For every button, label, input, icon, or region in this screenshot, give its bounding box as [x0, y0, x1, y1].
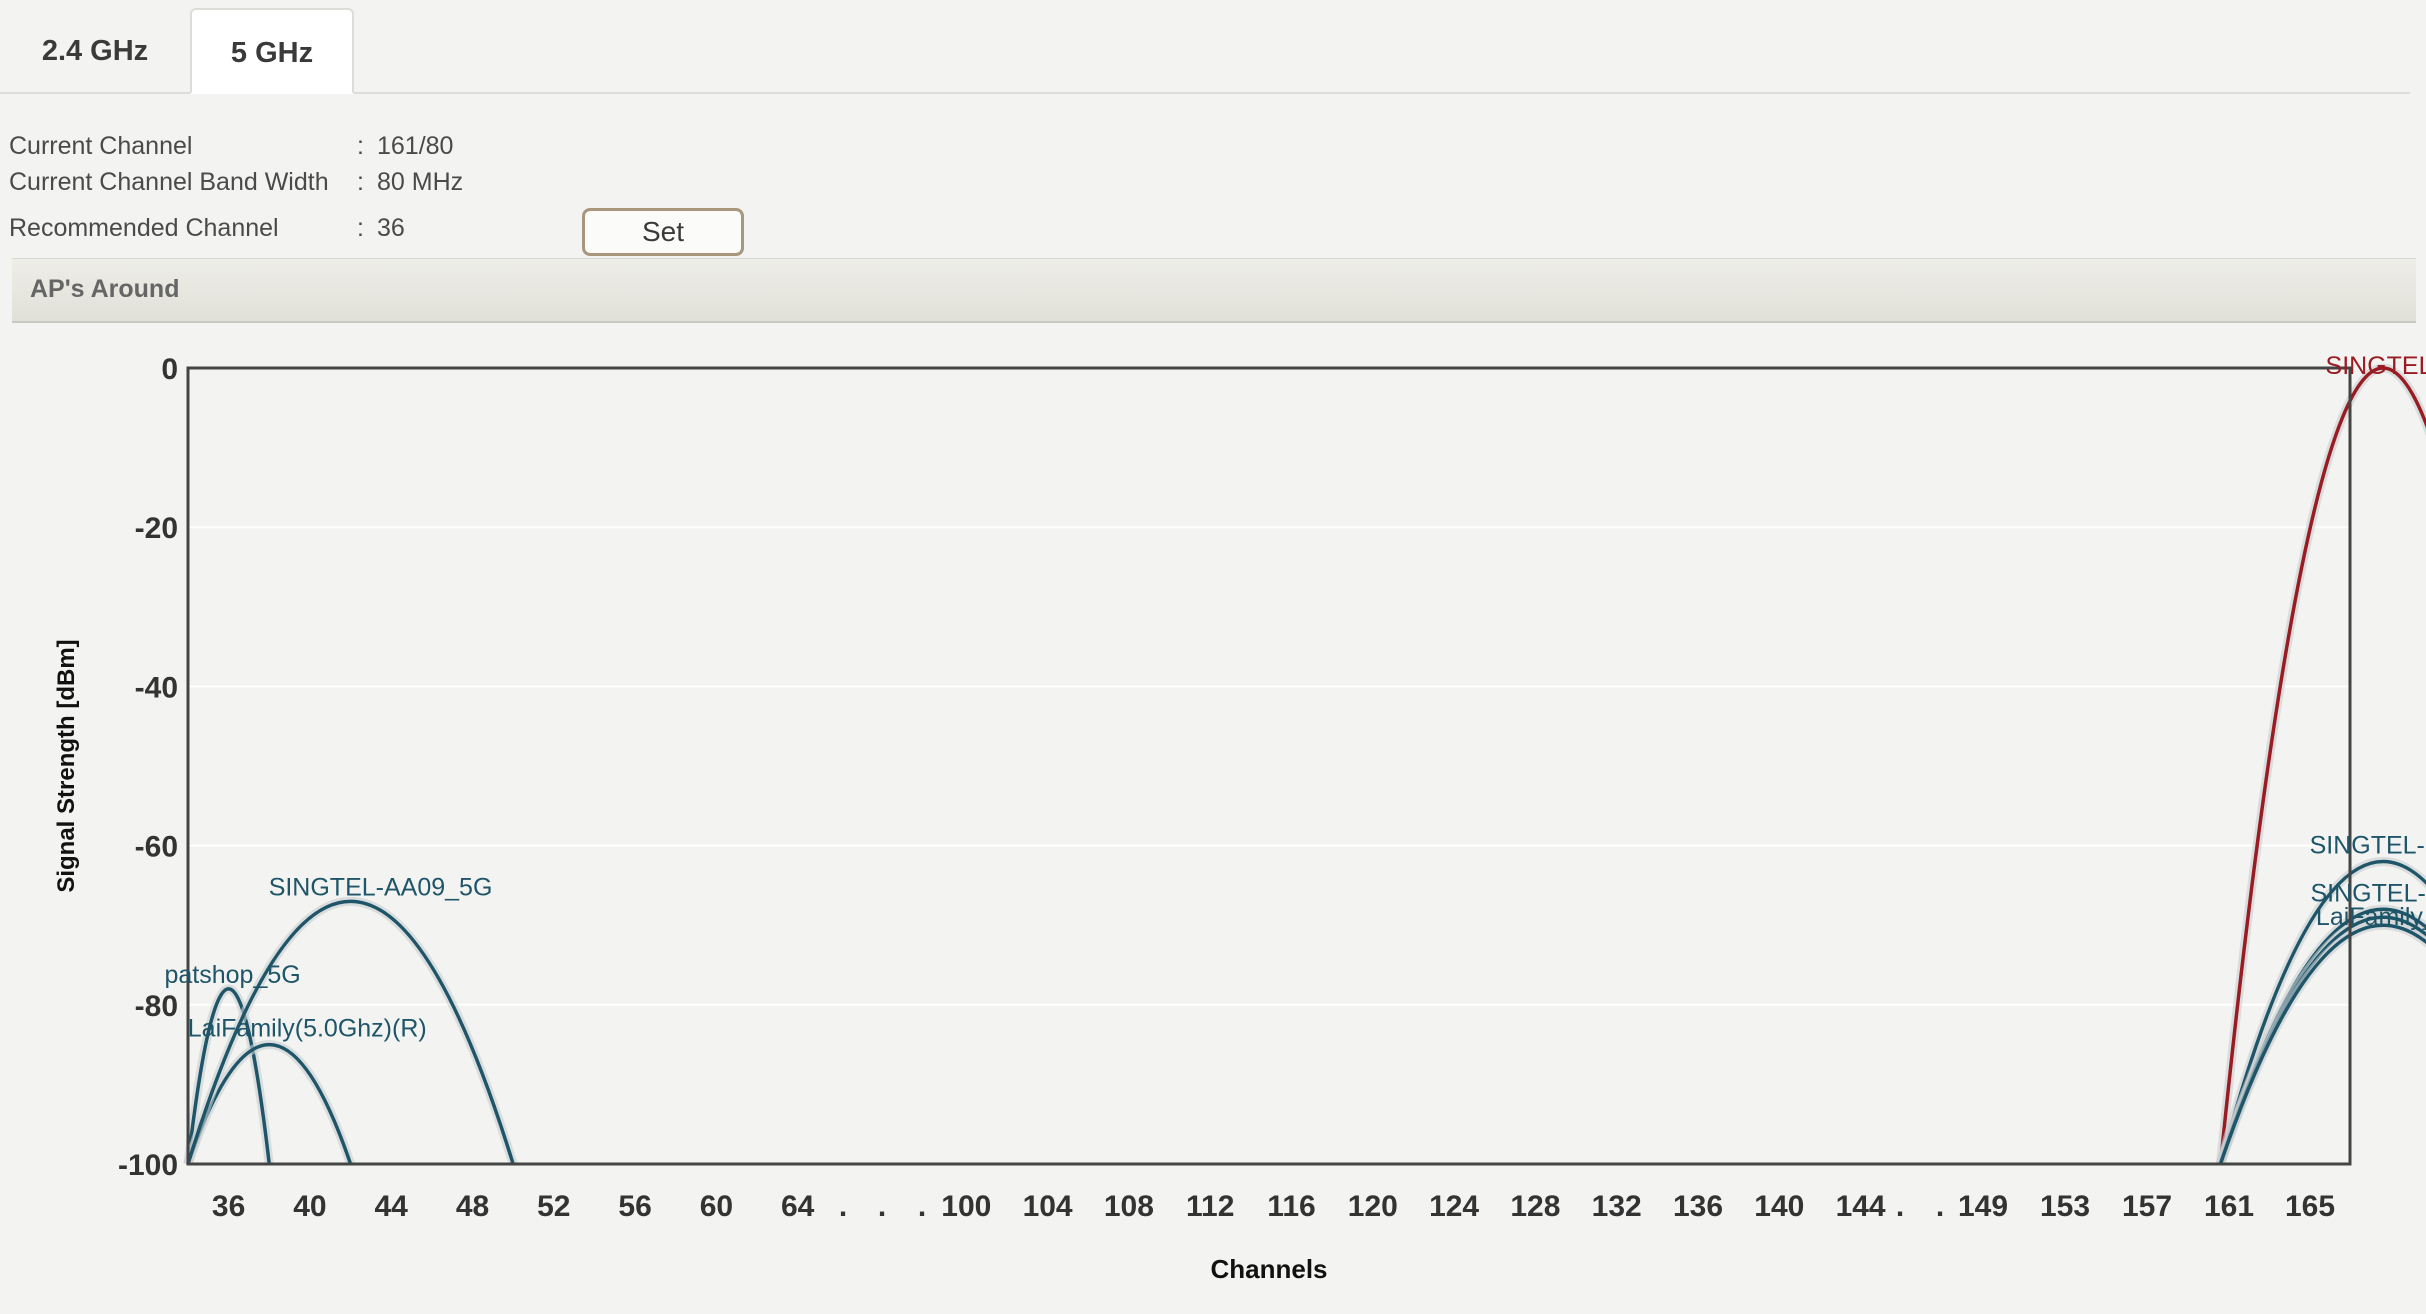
x-tick-label: 112 [1186, 1190, 1234, 1223]
bandwidth-label: Current Channel Band Width [9, 168, 329, 196]
set-button[interactable]: Set [582, 208, 744, 256]
x-tick-label: 60 [700, 1190, 733, 1223]
x-tick-label: 64 [781, 1190, 815, 1223]
ap-label: SINGTEL-544E_5G [2310, 832, 2426, 860]
x-tick-label: 56 [618, 1190, 651, 1223]
x-tick-label: 149 [1958, 1190, 2008, 1223]
x-tick-label: 132 [1592, 1190, 1642, 1223]
x-tick-label: . [1896, 1190, 1904, 1223]
x-tick-label: 48 [456, 1190, 489, 1223]
x-tick-label: 153 [2040, 1190, 2090, 1223]
ap-label: SINGTEL-AA09_5G [269, 873, 493, 901]
y-tick-label: 0 [161, 353, 178, 386]
recommended-channel-label: Recommended Channel [9, 214, 279, 242]
x-tick-label: 100 [941, 1190, 991, 1223]
band-tabs: 2.4 GHz 5 GHz [0, 0, 2410, 94]
aps-around-header: AP's Around [12, 258, 2416, 323]
separator: : [357, 168, 364, 196]
plot-area [188, 368, 2350, 1164]
x-tick-label: 108 [1104, 1190, 1154, 1223]
recommended-channel-value: 36 [377, 214, 405, 242]
tab-2-4ghz[interactable]: 2.4 GHz [0, 8, 190, 94]
separator: : [357, 132, 364, 160]
x-tick-label: 128 [1510, 1190, 1560, 1223]
ap-label: patshop_5G [164, 961, 300, 989]
y-tick-label: -40 [135, 671, 178, 704]
section-title: AP's Around [30, 275, 180, 303]
ap-label: LaiFamily_5G [2316, 903, 2426, 931]
x-tick-label: 144 [1836, 1190, 1886, 1223]
x-tick-label: . [1936, 1190, 1944, 1223]
x-tick-label: . [918, 1190, 926, 1223]
x-tick-label: 40 [293, 1190, 326, 1223]
x-tick-label: 44 [375, 1190, 409, 1223]
x-tick-label: 136 [1673, 1190, 1723, 1223]
ap-label: SINGTEL-752D [2326, 352, 2426, 380]
x-tick-label: 52 [537, 1190, 570, 1223]
x-ticks: 36 40 44 48 52 56 60 64... 100 104 108 112 116 120 124… [212, 1190, 2335, 1223]
x-tick-label: 157 [2122, 1190, 2172, 1223]
x-tick-label: . [839, 1190, 847, 1223]
tab-5ghz[interactable]: 5 GHz [190, 8, 354, 94]
y-ticks: 0 -20 -40 -60 -80 -100 [118, 353, 178, 1182]
ap-label: LaiFamily(5.0Ghz)(R) [188, 1015, 427, 1043]
x-tick-label: 161 [2204, 1190, 2254, 1223]
x-tick-label: 116 [1267, 1190, 1315, 1223]
y-axis-label: Signal Strength [dBm] [53, 639, 80, 892]
x-tick-label: 140 [1754, 1190, 1804, 1223]
bandwidth-value: 80 MHz [377, 168, 464, 196]
current-channel-value: 161/80 [377, 132, 454, 160]
y-tick-label: -20 [135, 512, 178, 545]
separator: : [357, 214, 364, 242]
x-tick-label: 36 [212, 1190, 245, 1223]
x-tick-label: 120 [1348, 1190, 1398, 1223]
x-tick-label: 124 [1429, 1190, 1479, 1223]
y-tick-label: -80 [135, 990, 178, 1023]
x-axis-label: Channels [1210, 1254, 1327, 1284]
x-tick-label: 104 [1023, 1190, 1073, 1223]
x-tick-label: . [878, 1190, 886, 1223]
y-tick-label: -100 [118, 1149, 178, 1182]
x-tick-label: 165 [2285, 1190, 2335, 1223]
y-tick-label: -60 [135, 831, 178, 864]
current-channel-label: Current Channel [9, 132, 193, 160]
signal-chart: 0 -20 -40 -60 -80 -100 36 40 44 48 52 56 60 64... 100… [53, 352, 2426, 1284]
